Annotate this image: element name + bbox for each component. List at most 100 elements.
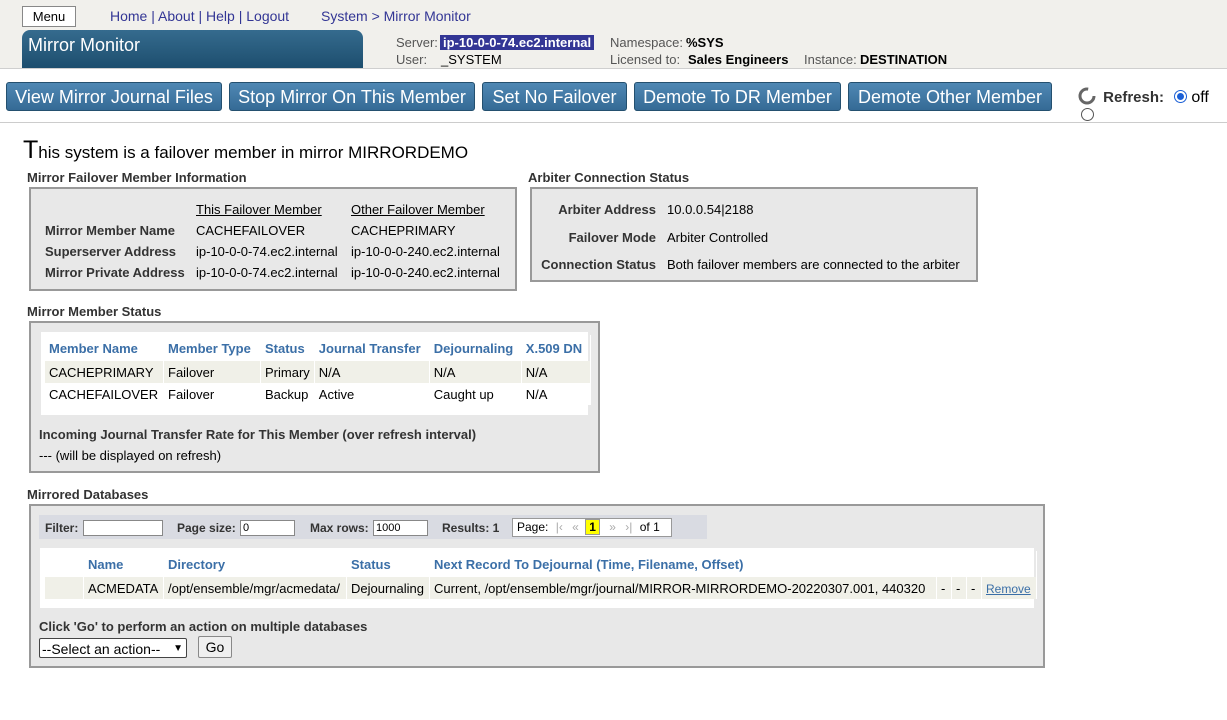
namespace-value: %SYS bbox=[686, 35, 724, 50]
namespace-label: Namespace: bbox=[610, 35, 683, 50]
arbiter-title: Arbiter Connection Status bbox=[528, 170, 690, 185]
col-extra-3 bbox=[966, 551, 982, 577]
remove-link[interactable]: Remove bbox=[986, 582, 1031, 596]
member-status-table: Member Name Member Type Status Journal T… bbox=[45, 335, 591, 405]
cell: CACHEFAILOVER bbox=[45, 383, 164, 405]
demote-to-dr-button[interactable]: Demote To DR Member bbox=[634, 82, 841, 111]
menu-button[interactable]: Menu bbox=[22, 6, 76, 27]
table-row: CACHEFAILOVER Failover Backup Active Cau… bbox=[45, 383, 591, 405]
max-rows-input[interactable] bbox=[373, 520, 428, 536]
col-next-record[interactable]: Next Record To Dejournal (Time, Filename… bbox=[429, 551, 937, 577]
instance-value: DESTINATION bbox=[860, 52, 948, 67]
last-page-icon[interactable]: ›| bbox=[625, 520, 632, 534]
this-member-name: CACHEFAILOVER bbox=[196, 223, 306, 238]
go-button[interactable]: Go bbox=[198, 636, 232, 658]
db-extra-1: - bbox=[936, 577, 952, 599]
member-status-box: Member Name Member Type Status Journal T… bbox=[29, 321, 600, 473]
col-action bbox=[981, 551, 1037, 577]
breadcrumb[interactable]: System > Mirror Monitor bbox=[321, 8, 471, 24]
arbiter-address-label: Arbiter Address bbox=[558, 202, 656, 217]
other-private-address: ip-10-0-0-240.ec2.internal bbox=[351, 265, 500, 280]
failover-info-box: This Failover Member Other Failover Memb… bbox=[29, 187, 517, 291]
databases-table: Name Directory Status Next Record To Dej… bbox=[45, 551, 1037, 599]
refresh-control: Refresh: off bbox=[1077, 86, 1227, 124]
help-link[interactable]: Help bbox=[206, 8, 235, 24]
db-directory: /opt/ensemble/mgr/acmedata/ bbox=[163, 577, 347, 599]
stop-mirror-button[interactable]: Stop Mirror On This Member bbox=[229, 82, 475, 111]
cell: Failover bbox=[163, 383, 261, 405]
col-journal-transfer[interactable]: Journal Transfer bbox=[314, 335, 430, 361]
next-page-icon[interactable]: » bbox=[609, 520, 616, 534]
arbiter-address-value: 10.0.0.54|2188 bbox=[667, 202, 754, 217]
cell: N/A bbox=[521, 361, 591, 383]
cell: N/A bbox=[429, 361, 522, 383]
view-mirror-journal-files-button[interactable]: View Mirror Journal Files bbox=[6, 82, 222, 111]
col-dejournaling[interactable]: Dejournaling bbox=[429, 335, 522, 361]
col-member-name[interactable]: Member Name bbox=[45, 335, 164, 361]
toolbar-divider bbox=[0, 122, 1227, 123]
db-status: Dejournaling bbox=[346, 577, 430, 599]
table-header-row: Name Directory Status Next Record To Dej… bbox=[45, 551, 1037, 577]
col-extra-2 bbox=[951, 551, 967, 577]
home-link[interactable]: Home bbox=[110, 8, 147, 24]
remove-link-cell: Remove bbox=[981, 577, 1037, 599]
cell: Failover bbox=[163, 361, 261, 383]
col-directory[interactable]: Directory bbox=[163, 551, 347, 577]
connection-status-label: Connection Status bbox=[541, 257, 656, 272]
arbiter-box: Arbiter Address 10.0.0.54|2188 Failover … bbox=[530, 187, 978, 282]
db-extra-2: - bbox=[951, 577, 967, 599]
db-next-record: Current, /opt/ensemble/mgr/journal/MIRRO… bbox=[429, 577, 937, 599]
this-superserver: ip-10-0-0-74.ec2.internal bbox=[196, 244, 338, 259]
private-address-label: Mirror Private Address bbox=[45, 265, 185, 280]
refresh-off-label: off bbox=[1191, 89, 1209, 106]
filter-input[interactable] bbox=[83, 520, 163, 536]
refresh-icon[interactable] bbox=[1077, 86, 1099, 106]
user-label: User: bbox=[396, 52, 428, 67]
this-private-address: ip-10-0-0-74.ec2.internal bbox=[196, 265, 338, 280]
col-extra-1 bbox=[936, 551, 952, 577]
superserver-label: Superserver Address bbox=[45, 244, 177, 259]
cell: Active bbox=[314, 383, 430, 405]
other-member-header: Other Failover Member bbox=[351, 202, 485, 217]
demote-other-member-button[interactable]: Demote Other Member bbox=[848, 82, 1052, 111]
set-no-failover-button[interactable]: Set No Failover bbox=[482, 82, 627, 111]
prev-page-icon[interactable]: « bbox=[572, 520, 579, 534]
licensed-value: Sales Engineers bbox=[688, 52, 789, 67]
col-name[interactable]: Name bbox=[83, 551, 164, 577]
table-row: CACHEPRIMARY Failover Primary N/A N/A N/… bbox=[45, 361, 591, 383]
this-member-header: This Failover Member bbox=[196, 202, 322, 217]
col-x509[interactable]: X.509 DN bbox=[521, 335, 591, 361]
action-select[interactable]: --Select an action-- ▼ bbox=[39, 638, 187, 658]
refresh-on-radio[interactable] bbox=[1081, 108, 1094, 121]
col-status[interactable]: Status bbox=[260, 335, 315, 361]
about-link[interactable]: About bbox=[158, 8, 195, 24]
refresh-off-radio[interactable] bbox=[1174, 90, 1188, 103]
table-row: ACMEDATA /opt/ensemble/mgr/acmedata/ Dej… bbox=[45, 577, 1037, 599]
member-status-title: Mirror Member Status bbox=[27, 304, 162, 319]
row-select-checkbox[interactable] bbox=[45, 577, 84, 599]
instance-label: Instance: bbox=[804, 52, 857, 67]
connection-status-value: Both failover members are connected to t… bbox=[667, 257, 960, 272]
col-db-status[interactable]: Status bbox=[346, 551, 430, 577]
db-extra-3: - bbox=[966, 577, 982, 599]
max-rows-label: Max rows: bbox=[310, 521, 369, 535]
results-count: Results: 1 bbox=[442, 521, 500, 535]
current-page[interactable]: 1 bbox=[585, 519, 600, 535]
col-member-type[interactable]: Member Type bbox=[163, 335, 261, 361]
page-title: Mirror Monitor bbox=[22, 30, 363, 68]
databases-title: Mirrored Databases bbox=[27, 487, 149, 502]
page-heading: This system is a failover member in mirr… bbox=[23, 136, 469, 164]
first-page-icon[interactable]: |‹ bbox=[556, 520, 563, 534]
logout-link[interactable]: Logout bbox=[246, 8, 289, 24]
filter-label: Filter: bbox=[45, 521, 79, 535]
server-value: ip-10-0-0-74.ec2.internal bbox=[440, 35, 595, 50]
failover-mode-value: Arbiter Controlled bbox=[667, 230, 769, 245]
cell: N/A bbox=[314, 361, 430, 383]
other-superserver: ip-10-0-0-240.ec2.internal bbox=[351, 244, 500, 259]
member-name-label: Mirror Member Name bbox=[45, 223, 176, 238]
page-size-input[interactable] bbox=[240, 520, 295, 536]
refresh-label: Refresh: bbox=[1103, 89, 1165, 106]
db-name: ACMEDATA bbox=[83, 577, 164, 599]
cell: Backup bbox=[260, 383, 315, 405]
table-header-row: Member Name Member Type Status Journal T… bbox=[45, 335, 591, 361]
